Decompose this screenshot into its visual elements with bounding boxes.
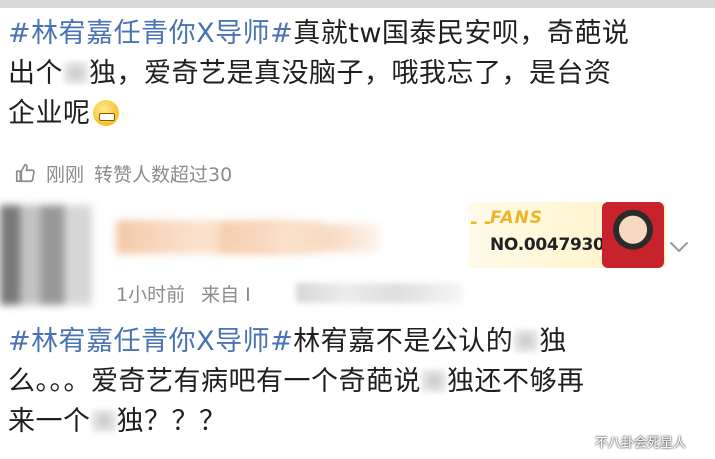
post-line-1: #林宥嘉任青你X导师#真就tw国泰民安呗，奇葩说 — [8, 14, 698, 54]
comment-line-2: 么。。。爱奇艺有病吧有一个奇葩说 独还不够再 — [8, 362, 698, 402]
censored-char — [90, 409, 117, 433]
post-line-2: 出个 独，爱奇艺是真没脑子，哦我忘了，是台资 — [8, 54, 698, 94]
post-time: 刚刚 — [46, 163, 85, 186]
post-text-fragment: 出个 — [8, 58, 63, 89]
post-line-3: 企业呢 — [8, 94, 698, 134]
comment-line-1: #林宥嘉任青你X导师#林宥嘉不是公认的独 — [8, 322, 698, 362]
hashtag-link[interactable]: #林宥嘉任青你X导师# — [8, 18, 293, 49]
censored-char — [63, 61, 89, 85]
post-text-fragment: 独，爱奇艺是真没脑子，哦我忘了，是台资 — [89, 58, 612, 89]
post-body: #林宥嘉任青你X导师#真就tw国泰民安呗，奇葩说 出个 独，爱奇艺是真没脑子，哦我… — [8, 14, 698, 134]
comment-text-fragment: 独？？？ — [116, 406, 227, 437]
comment-text-fragment: 么。。。爱奇艺有病吧有一个奇葩说 — [8, 366, 421, 397]
watermark: 不八卦会死星人 — [595, 436, 687, 451]
thumbs-up-icon[interactable] — [14, 162, 36, 184]
comment-meta: 1小时前 来自 I — [116, 279, 251, 307]
comment-source: 来自 I — [201, 283, 251, 306]
comment-body: #林宥嘉任青你X导师#林宥嘉不是公认的独 么。。。爱奇艺有病吧有一个奇葩说 独还不… — [8, 322, 698, 442]
comment-text-fragment: 来一个 — [8, 406, 91, 437]
repost-count-text: 转赞人数超过30 — [94, 163, 233, 186]
comment-text-fragment: 独还不够再 — [447, 366, 585, 397]
grin-emoji-icon — [92, 100, 119, 126]
chevron-down-icon[interactable] — [668, 236, 690, 258]
avatar[interactable] — [0, 205, 92, 305]
fans-badge-number: NO.0047930 — [490, 235, 605, 255]
comment-text-fragment: 林宥嘉不是公认的 — [293, 326, 514, 357]
username-redacted — [220, 224, 380, 252]
top-divider — [0, 0, 715, 8]
badge-portrait-icon — [602, 202, 664, 268]
censored-char — [421, 369, 447, 393]
hashtag-link[interactable]: #林宥嘉任青你X导师# — [8, 326, 293, 357]
fans-badge[interactable]: - - FANS NO.0047930 — [468, 202, 666, 268]
comment-text-fragment: 独 — [539, 326, 567, 357]
fans-badge-label: FANS — [490, 208, 544, 228]
censored-char — [513, 329, 540, 353]
post-meta: 刚刚 转赞人数超过30 — [14, 158, 232, 188]
source-redacted — [296, 283, 462, 303]
comment-time: 1小时前 — [116, 283, 186, 306]
post-text-fragment: 企业呢 — [8, 98, 91, 129]
badge-decoration-icon: - - — [470, 212, 492, 233]
post-text-fragment: 真就tw国泰民安呗，奇葩说 — [293, 18, 630, 49]
